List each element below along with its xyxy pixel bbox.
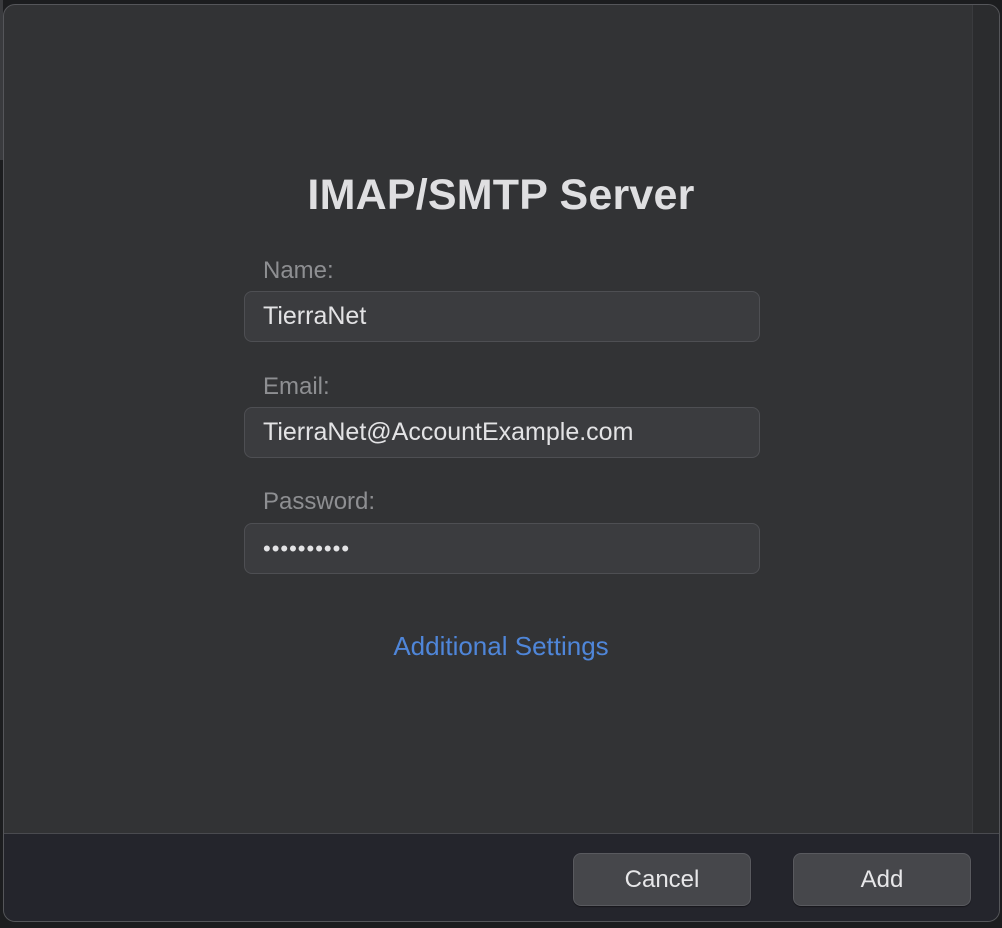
- password-input[interactable]: [263, 535, 759, 562]
- add-button[interactable]: Add: [793, 853, 971, 906]
- name-label: Name:: [263, 257, 334, 284]
- password-field[interactable]: [244, 523, 760, 574]
- password-label: Password:: [263, 488, 376, 515]
- scrollbar-track[interactable]: [972, 5, 999, 833]
- email-input[interactable]: [263, 418, 759, 447]
- additional-settings-link[interactable]: Additional Settings: [4, 631, 998, 662]
- dialog-footer: Cancel Add: [4, 833, 999, 921]
- name-input[interactable]: [263, 302, 759, 331]
- cancel-button[interactable]: Cancel: [573, 853, 751, 906]
- account-setup-dialog: IMAP/SMTP Server Name: Email: Password: …: [3, 4, 1000, 922]
- email-field[interactable]: [244, 407, 760, 458]
- dialog-title: IMAP/SMTP Server: [307, 171, 695, 219]
- email-label: Email:: [263, 373, 330, 400]
- name-field[interactable]: [244, 291, 760, 342]
